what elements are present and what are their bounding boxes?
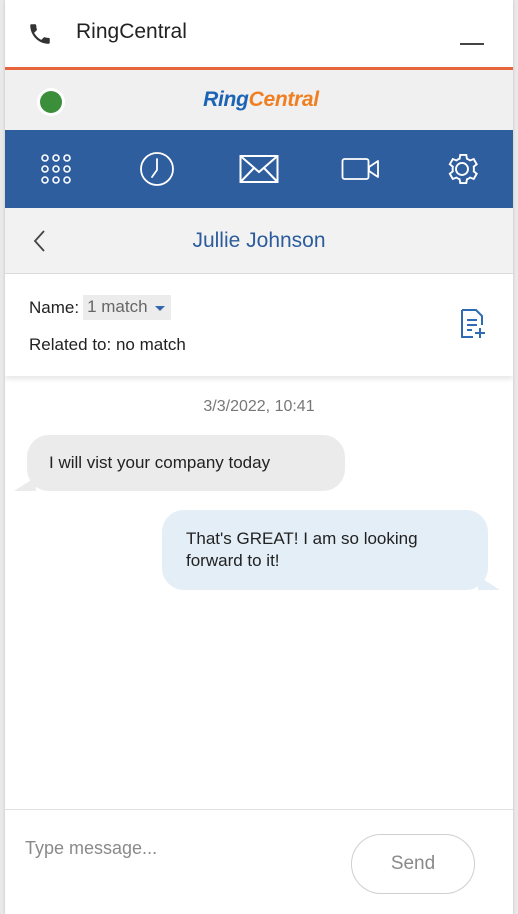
message-input[interactable]: [25, 830, 325, 866]
name-match-value: 1 match: [87, 297, 148, 316]
nav-history[interactable]: [107, 130, 209, 208]
incoming-message-bubble: I will vist your company today: [14, 435, 345, 491]
message-timestamp: 3/3/2022, 10:41: [203, 398, 315, 415]
video-camera-icon: [341, 158, 379, 180]
messages-envelope-icon: [239, 155, 279, 183]
brand-bar: RingCentral: [5, 70, 513, 130]
outgoing-message-bubble: That's GREAT! I am so looking forward to…: [162, 510, 500, 590]
conversation-title: Jullie Johnson: [192, 228, 326, 252]
window-title: RingCentral: [76, 19, 187, 43]
name-match-row: Name: 1 match: [29, 295, 171, 320]
ringcentral-logo: RingCentral: [203, 88, 319, 111]
conversation-header: Jullie Johnson: [5, 208, 513, 274]
message-list[interactable]: 3/3/2022, 10:41 I will vist your company…: [5, 379, 513, 809]
log-note-add-icon: [461, 309, 485, 338]
dialpad-icon: [40, 154, 71, 184]
main-nav-bar: [5, 130, 513, 208]
ringcentral-window: RingCentral RingCentral Jullie Johnson N…: [5, 0, 513, 914]
name-match-dropdown[interactable]: 1 match: [83, 295, 171, 320]
back-button[interactable]: [27, 228, 53, 254]
settings-gear-icon: [448, 153, 479, 185]
nav-dialpad[interactable]: [5, 130, 107, 208]
chevron-left-icon: [33, 230, 45, 252]
history-clock-icon: [140, 152, 175, 186]
caret-down-icon: [154, 305, 165, 311]
nav-settings[interactable]: [411, 130, 513, 208]
nav-messages[interactable]: [208, 130, 310, 208]
log-conversation-button[interactable]: [459, 308, 487, 340]
title-bar: RingCentral: [5, 0, 513, 70]
related-to-text: Related to: no match: [29, 335, 186, 354]
nav-video[interactable]: [310, 130, 412, 208]
message-composer: Send: [5, 809, 513, 914]
incoming-message-text: I will vist your company today: [49, 453, 271, 472]
minimize-button[interactable]: [460, 21, 486, 47]
presence-status-indicator[interactable]: [37, 88, 65, 116]
send-button[interactable]: Send: [351, 834, 475, 894]
phone-icon: [27, 19, 57, 49]
outgoing-message-text: That's GREAT! I am so looking forward to…: [186, 529, 418, 570]
name-label: Name:: [29, 297, 80, 317]
contact-match-panel: Name: 1 match Related to: no match: [5, 274, 513, 376]
